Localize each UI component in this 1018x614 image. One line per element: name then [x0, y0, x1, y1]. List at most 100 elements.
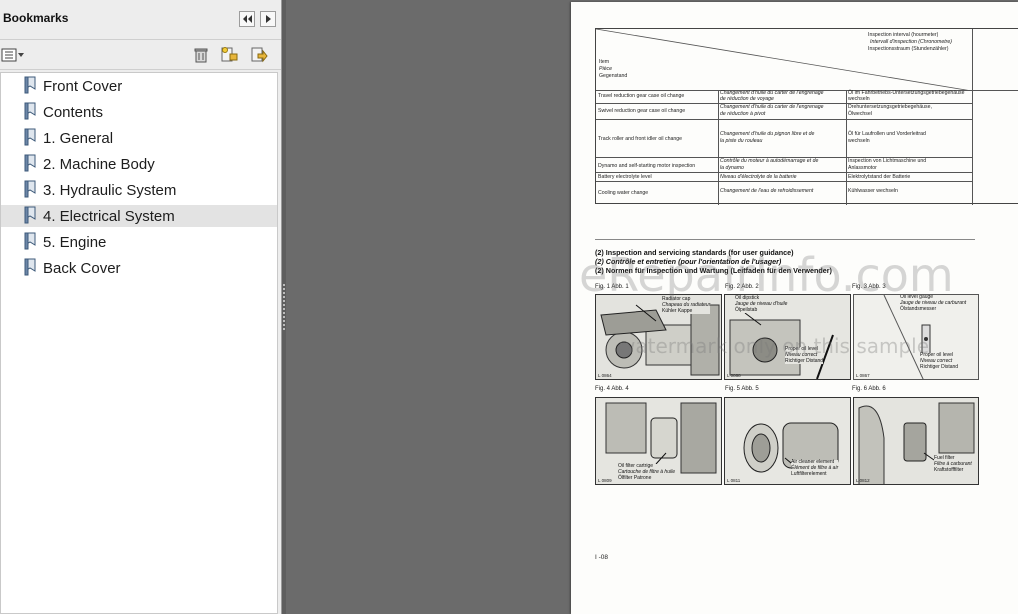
bookmark-label: Front Cover [43, 78, 123, 95]
row-item-en: Dynamo and self-starting motor inspectio… [598, 163, 696, 169]
inspection-table: Inspection interval (hourmeter) Interval… [595, 28, 1018, 205]
interval-fr: Intervall d'inspection (Chronometre) [870, 39, 953, 45]
figure-3-callout-level: Proper oil level Niveau correct Richtige… [920, 352, 959, 371]
goto-bookmark-button[interactable] [249, 45, 269, 65]
row-item-en: Cooling water change [598, 190, 649, 196]
figure-6-photo: Fuel filter Filtre à carburant Kraftstof… [853, 397, 979, 485]
figure-1-code: L 0864 [598, 373, 612, 378]
bookmarks-toolbar [0, 40, 281, 70]
row-item-fr: la dynamo [720, 165, 744, 171]
options-menu-icon [1, 48, 24, 62]
new-bookmark-icon [221, 47, 238, 62]
row-item-de: Inspection von Lichtmaschine und [848, 158, 927, 164]
bookmark-engine[interactable]: 5. Engine [1, 231, 277, 253]
bookmark-machine-body[interactable]: 2. Machine Body [1, 153, 277, 175]
options-menu-button[interactable] [0, 45, 26, 65]
figure-2-callout: Oil dipstick Jauge de niveau d'huile Ölp… [735, 295, 788, 314]
figure-1-photo: Radiator cap Chapeau du radiateur Kühler… [595, 294, 722, 380]
row-item-de: Ölwechsel [848, 111, 872, 117]
standards-de: (2) Normen für Inspection und Wartung (L… [595, 266, 832, 275]
bookmark-front-cover[interactable]: Front Cover [1, 75, 277, 97]
figure-6-code: L 0812 [856, 478, 870, 483]
bookmark-contents[interactable]: Contents [1, 101, 277, 123]
figure-3-callout: Oil level gauge Jauge de niveau de carbu… [900, 294, 967, 313]
row-item-de: Elektrolytstand der Batterie [848, 174, 911, 180]
row-item-de: Kühlwasser wechseln [848, 188, 898, 194]
row-item-en: Swivel reduction gear case oil change [598, 108, 686, 114]
row-item-de: wechseln [848, 138, 870, 144]
bookmarks-title: Bookmarks [3, 11, 69, 25]
collapse-panel-button[interactable] [239, 11, 255, 27]
right-arrow-icon [266, 15, 271, 23]
row-item-fr: de réduction à pivot [720, 111, 766, 117]
figure-5-code: L 0811 [727, 478, 741, 483]
section-rule [595, 239, 975, 240]
double-left-arrow-icon [243, 15, 252, 23]
row-item-fr: Changement d'huile du pignon libre et de [720, 131, 815, 137]
figure-2-callout-level: Proper oil level Niveau correct Richtige… [785, 346, 824, 365]
figure-label: Fig. 5 Abb. 5 [725, 386, 759, 392]
bookmarks-panel: Bookmarks Front Cover Contents 1. Genera… [0, 0, 282, 614]
row-item-de: wechseln [848, 96, 870, 102]
row-item-fr: Changement de l'eau de refroidissement [720, 188, 814, 194]
page-number: I -08 [595, 554, 609, 561]
goto-bookmark-icon [251, 47, 268, 63]
interval-en: Inspection interval (hourmeter) [868, 32, 939, 38]
bookmark-ribbon-icon [24, 128, 36, 146]
bookmark-ribbon-icon [24, 206, 36, 224]
row-item-fr: de réduction de voyage [720, 96, 774, 102]
bookmarks-header: Bookmarks [0, 0, 281, 40]
row-item-de: Drehuntersetzungsgetriebegehäuse, [848, 104, 932, 110]
figure-4-callout: Oil filter cartrige Cartouche de filtre … [618, 463, 675, 482]
bookmark-label: 5. Engine [43, 234, 107, 251]
figure-1-callout: Radiator cap Chapeau du radiateur Kühler… [662, 296, 711, 315]
bookmark-hydraulic-system[interactable]: 3. Hydraulic System [1, 179, 277, 201]
bookmark-label: 3. Hydraulic System [43, 182, 177, 199]
row-item-fr: la piste du rouleau [720, 138, 763, 144]
new-bookmark-button[interactable] [219, 45, 239, 65]
figure-5-photo: Air cleaner element Élément de filtre à … [724, 397, 851, 485]
bookmark-label: Contents [43, 104, 104, 121]
bookmark-ribbon-icon [24, 258, 36, 276]
bookmark-back-cover[interactable]: Back Cover [1, 257, 277, 279]
figure-label: Fig. 4 Abb. 4 [595, 386, 629, 392]
delete-bookmark-button[interactable] [191, 45, 211, 65]
bookmark-label: 4. Electrical System [43, 208, 175, 225]
bookmark-ribbon-icon [24, 180, 36, 198]
bookmark-general[interactable]: 1. General [1, 127, 277, 149]
row-item-en: Battery electrolyte level [598, 174, 652, 180]
figure-3-code: L 0867 [856, 373, 870, 378]
item-de: Gegenstand [599, 73, 628, 79]
figure-3-photo: Oil level gauge Jauge de niveau de carbu… [853, 294, 979, 380]
trash-icon [194, 48, 208, 63]
interval-de: Inspectionsstraum (Stundenzähler) [868, 46, 949, 52]
item-en: Item [599, 59, 610, 65]
row-item-fr: Contrôle du moteur à autodémarrage et de [720, 158, 819, 164]
figure-label: Fig. 1 Abb. 1 [595, 284, 629, 290]
row-item-de: Anlassmotor [848, 165, 877, 171]
figure-label: Fig. 3 Abb. 3 [852, 284, 886, 290]
row-item-fr: Changement d'huile du carter de l'engren… [720, 104, 824, 110]
splitter-grip[interactable] [283, 284, 285, 330]
bookmark-electrical-system[interactable]: 4. Electrical System [1, 205, 277, 227]
figure-5-callout: Air cleaner element Élément de filtre à … [791, 459, 839, 478]
expand-panel-button[interactable] [260, 11, 276, 27]
bookmark-ribbon-icon [24, 232, 36, 250]
figure-4-code: L 0809 [598, 478, 612, 483]
bookmark-label: 2. Machine Body [43, 156, 155, 173]
figure-4-photo: Oil filter cartrige Cartouche de filtre … [595, 397, 722, 485]
bookmark-tree: Front Cover Contents 1. General 2. Machi… [0, 72, 278, 614]
row-item-en: Travel reduction gear case oil change [598, 93, 685, 99]
figure-label: Fig. 6 Abb. 6 [852, 386, 886, 392]
bookmark-ribbon-icon [24, 154, 36, 172]
figure-2-photo: Oil dipstick Jauge de niveau d'huile Ölp… [724, 294, 851, 380]
row-item-de: Öl für Laufrollen und Vorderleitrad [848, 131, 926, 137]
row-item-en: Track roller and front idler oil change [598, 136, 683, 142]
figure-6-callout: Fuel filter Filtre à carburant Kraftstof… [934, 455, 972, 474]
figure-label: Fig. 2 Abb. 2 [725, 284, 759, 290]
bookmark-ribbon-icon [24, 76, 36, 94]
standards-fr: (2) Contrôle et entretien (pour l'orient… [595, 257, 782, 266]
item-fr: Pièce [599, 66, 612, 72]
bookmark-ribbon-icon [24, 102, 36, 120]
row-item-fr: Niveau d'électrolyte de la batterie [720, 174, 797, 180]
